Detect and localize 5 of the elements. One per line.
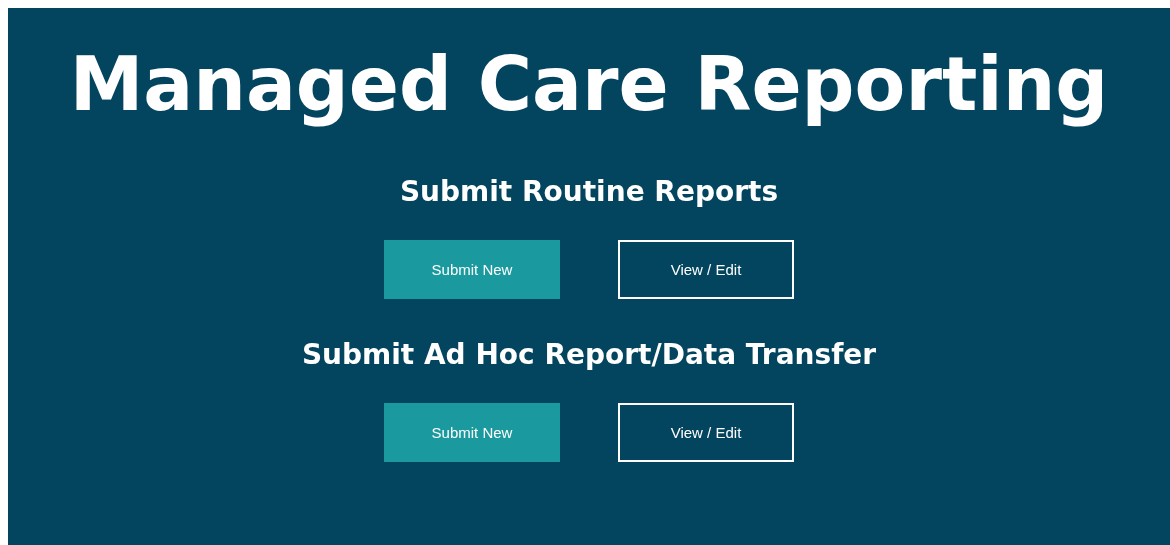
- section-heading: Submit Routine Reports: [399, 174, 779, 210]
- view-edit-button[interactable]: View / Edit: [618, 403, 794, 462]
- section-heading: Submit Ad Hoc Report/Data Transfer: [301, 337, 877, 373]
- view-edit-button[interactable]: View / Edit: [618, 240, 794, 299]
- page-title: Managed Care Reporting: [69, 40, 1109, 129]
